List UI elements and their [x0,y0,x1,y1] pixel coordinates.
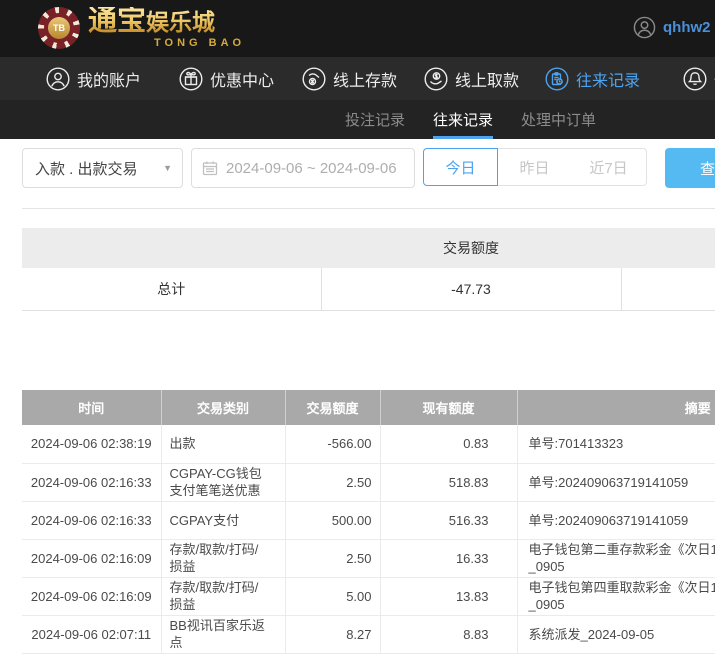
nav-label: 线上存款 [333,72,398,90]
cell-amount: -566.00 [285,425,381,464]
nav-label: 优惠中心 [210,72,275,90]
cell-amount: 500.00 [285,501,381,540]
date-range-value: 2024-09-06 ~ 2024-09-06 [226,159,397,177]
search-button[interactable]: 查询 [665,148,715,188]
cell-time: 2024-09-06 02:16:33 [22,501,162,540]
summary-total-row: 总计 -47.73 [22,268,715,311]
cell-summary: 电子钱包第二重存款彩金《次日1 _0905 [517,539,715,578]
yesterday-button[interactable]: 昨日 [497,148,572,186]
cell-amount: 8.27 [285,615,381,654]
transaction-type-select[interactable]: 入款 . 出款交易 ▼ [22,148,183,188]
transactions-table: 时间 交易类别 交易额度 现有额度 摘要 2024-09-06 02:38:19… [22,390,715,654]
table-row: 2024-09-06 02:38:19 出款 -566.00 0.83 单号:7… [22,425,715,464]
user-account[interactable]: qhhw2 [633,16,711,39]
summary-table: 交易额度 总计 -47.73 [22,228,715,311]
cell-balance: 13.83 [380,577,518,616]
col-header-time: 时间 [22,390,162,425]
table-row: 2024-09-06 02:16:09 存款/取款/打码/ 损益 2.50 16… [22,539,715,578]
transaction-type-value: 入款 . 出款交易 [35,160,138,178]
cell-time: 2024-09-06 02:38:19 [22,425,162,464]
cell-amount: 5.00 [285,577,381,616]
brand-logo[interactable]: TB 通宝娱乐城 TONG BAO [38,7,245,49]
summary-header-row: 交易额度 [22,228,715,268]
sub-tabs-bar: 投注记录 往来记录 处理中订单 [0,100,715,139]
nav-item-deposit[interactable]: 线上存款 [302,57,397,100]
poker-chip-icon: TB [38,7,80,49]
date-range-input[interactable]: 2024-09-06 ~ 2024-09-06 [191,148,415,188]
top-bar: TB 通宝娱乐城 TONG BAO qhhw2 [0,0,715,57]
today-button[interactable]: 今日 [423,148,498,186]
chevron-down-icon: ▼ [163,163,172,173]
nav-label: 往来记录 [576,72,641,90]
cell-type: 存款/取款/打码/ 损益 [161,539,286,578]
cell-balance: 0.83 [380,425,518,464]
cell-time: 2024-09-06 02:16:09 [22,539,162,578]
cell-type: 出款 [161,425,286,464]
cell-summary: 系统派发_2024-09-05 [517,615,715,654]
username[interactable]: qhhw2 [663,19,711,36]
cell-balance: 16.33 [380,539,518,578]
brand-text: 通宝娱乐城 TONG BAO [88,5,246,49]
transactions-header-row: 时间 交易类别 交易额度 现有额度 摘要 [22,390,715,425]
col-header-summary: 摘要 [517,390,715,425]
brand-name-en: TONG BAO [154,37,246,49]
cell-balance: 516.33 [380,501,518,540]
table-row: 2024-09-06 02:16:09 存款/取款/打码/ 损益 5.00 13… [22,577,715,616]
gift-icon [179,66,203,91]
cell-amount: 2.50 [285,539,381,578]
tab-bet-records[interactable]: 投注记录 [345,100,405,139]
cell-type: BB视讯百家乐返 点 [161,615,286,654]
cell-summary: 电子钱包第四重取款彩金《次日1 _0905 [517,577,715,616]
tab-pending-orders[interactable]: 处理中订单 [521,100,596,139]
chip-monogram: TB [48,17,70,39]
cell-type: 存款/取款/打码/ 损益 [161,577,286,616]
bell-icon [683,66,707,91]
table-row: 2024-09-06 02:16:33 CGPAY-CG钱包 支付笔笔送优惠 2… [22,463,715,502]
user-avatar-icon [633,16,656,39]
calendar-icon [202,161,218,176]
summary-header-amount: 交易额度 [321,228,621,268]
summary-total-label: 总计 [22,268,321,311]
table-row: 2024-09-06 02:07:11 BB视讯百家乐返 点 8.27 8.83… [22,615,715,654]
records-clipboard-icon [545,66,569,91]
nav-item-promotions[interactable]: 优惠中心 [179,57,274,100]
cell-summary: 单号:202409063719141059 [517,501,715,540]
deposit-coin-hand-icon [302,66,326,91]
last7days-button[interactable]: 近7日 [571,148,647,186]
cell-balance: 8.83 [380,615,518,654]
cell-type: CGPAY支付 [161,501,286,540]
col-header-amount: 交易额度 [285,390,381,425]
tab-transaction-records[interactable]: 往来记录 [433,100,494,139]
section-divider [22,208,715,209]
nav-item-withdraw[interactable]: 线上取款 [424,57,519,100]
nav-item-messages[interactable]: 信息 [683,57,715,100]
cell-time: 2024-09-06 02:16:09 [22,577,162,616]
summary-total-value: -47.73 [320,268,621,311]
cell-summary: 单号:701413323 [517,425,715,464]
cell-time: 2024-09-06 02:16:33 [22,463,162,502]
table-row: 2024-09-06 02:16:33 CGPAY支付 500.00 516.3… [22,501,715,540]
cell-balance: 518.83 [380,463,518,502]
col-header-type: 交易类别 [161,390,286,425]
person-icon [46,66,70,91]
col-header-balance: 现有额度 [380,390,518,425]
nav-label: 我的账户 [77,72,142,90]
main-nav: 我的账户 优惠中心 线上存款 线上取款 往来记录 信息 [0,57,715,100]
cell-type: CGPAY-CG钱包 支付笔笔送优惠 [161,463,286,502]
brand-name-cn: 通宝 [88,5,147,37]
nav-item-transaction-records[interactable]: 往来记录 [545,57,640,100]
cell-amount: 2.50 [285,463,381,502]
withdraw-dollar-hand-icon [424,66,448,91]
nav-label: 线上取款 [455,72,520,90]
cell-summary: 单号:202409063719141059 [517,463,715,502]
cell-time: 2024-09-06 02:07:11 [22,615,162,654]
nav-item-my-account[interactable]: 我的账户 [46,57,141,100]
